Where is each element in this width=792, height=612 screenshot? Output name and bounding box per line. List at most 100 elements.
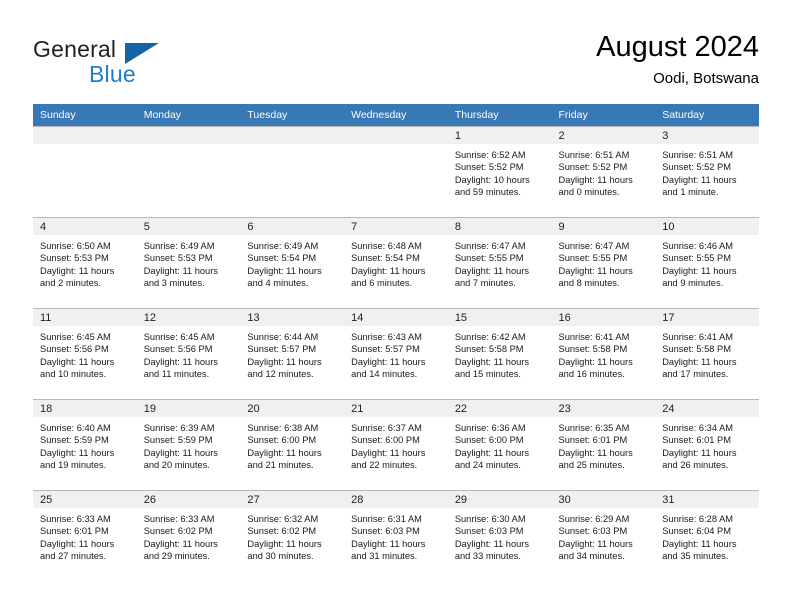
day-detail-daylight-1: Daylight: 11 hours bbox=[351, 538, 426, 549]
day-detail-daylight-2: and 31 minutes. bbox=[351, 551, 418, 562]
day-number: 9 bbox=[551, 218, 656, 235]
day-details: Sunrise: 6:34 AM Sunset: 6:01 PM Daylight:… bbox=[655, 417, 759, 472]
calendar-day-cell[interactable]: 24 Sunrise: 6:34 AM Sunset: 6:01 PM Dayligh… bbox=[655, 399, 759, 491]
weekday-header-thursday: Thursday bbox=[447, 104, 552, 127]
calendar-day-cell[interactable]: 29 Sunrise: 6:30 AM Sunset: 6:03 PM Dayligh… bbox=[447, 490, 552, 581]
day-detail-daylight-2: and 16 minutes. bbox=[558, 369, 625, 380]
day-detail-sunrise: Sunrise: 6:42 AM bbox=[454, 332, 526, 342]
calendar-day-cell[interactable]: 19 Sunrise: 6:39 AM Sunset: 5:59 PM Dayligh… bbox=[136, 399, 241, 491]
day-details: Sunrise: 6:46 AM Sunset: 5:55 PM Daylight:… bbox=[655, 235, 759, 290]
day-detail-daylight-2: and 0 minutes. bbox=[558, 187, 620, 198]
calendar-day-cell[interactable]: 25 Sunrise: 6:33 AM Sunset: 6:01 PM Dayligh… bbox=[33, 490, 137, 581]
calendar-day-cell[interactable]: 18 Sunrise: 6:40 AM Sunset: 5:59 PM Dayligh… bbox=[33, 399, 137, 491]
day-number: 6 bbox=[240, 218, 345, 235]
day-detail-daylight-2: and 11 minutes. bbox=[143, 369, 210, 380]
day-detail-sunrise: Sunrise: 6:33 AM bbox=[143, 514, 215, 524]
day-detail-daylight-1: Daylight: 11 hours bbox=[247, 538, 322, 549]
day-detail-sunset: Sunset: 6:01 PM bbox=[558, 435, 628, 446]
calendar-day-cell[interactable]: 15 Sunrise: 6:42 AM Sunset: 5:58 PM Dayligh… bbox=[447, 308, 552, 400]
calendar-day-cell[interactable]: 5 Sunrise: 6:49 AM Sunset: 5:53 PM Daylight… bbox=[136, 217, 241, 309]
calendar-day-cell[interactable]: 22 Sunrise: 6:36 AM Sunset: 6:00 PM Dayligh… bbox=[447, 399, 552, 491]
calendar-day-cell[interactable]: 13 Sunrise: 6:44 AM Sunset: 5:57 PM Dayligh… bbox=[240, 308, 345, 400]
day-detail-sunrise: Sunrise: 6:45 AM bbox=[143, 332, 215, 342]
day-detail-sunset: Sunset: 5:56 PM bbox=[143, 344, 213, 355]
calendar-day-cell[interactable]: 1 Sunrise: 6:52 AM Sunset: 5:52 PM Daylight… bbox=[447, 126, 552, 218]
day-number: 15 bbox=[447, 309, 552, 326]
calendar-week-row: 1 Sunrise: 6:52 AM Sunset: 5:52 PM Daylight… bbox=[33, 126, 759, 218]
day-detail-daylight-2: and 15 minutes. bbox=[454, 369, 521, 380]
day-detail-daylight-2: and 30 minutes. bbox=[247, 551, 314, 562]
calendar-day-cell[interactable]: 17 Sunrise: 6:41 AM Sunset: 5:58 PM Dayligh… bbox=[655, 308, 759, 400]
day-details: Sunrise: 6:52 AM Sunset: 5:52 PM Daylight:… bbox=[448, 144, 552, 199]
calendar-day-cell[interactable]: 16 Sunrise: 6:41 AM Sunset: 5:58 PM Dayligh… bbox=[551, 308, 656, 400]
day-detail-sunrise: Sunrise: 6:36 AM bbox=[454, 423, 526, 433]
calendar-day-cell[interactable]: 2 Sunrise: 6:51 AM Sunset: 5:52 PM Daylight… bbox=[551, 126, 656, 218]
day-detail-sunset: Sunset: 5:55 PM bbox=[454, 253, 524, 264]
day-number: 1 bbox=[447, 127, 552, 144]
day-number: 19 bbox=[136, 400, 241, 417]
day-detail-daylight-1: Daylight: 11 hours bbox=[558, 265, 633, 276]
day-detail-sunset: Sunset: 5:54 PM bbox=[351, 253, 420, 264]
calendar-week-row: 25 Sunrise: 6:33 AM Sunset: 6:01 PM Dayligh… bbox=[33, 490, 759, 581]
day-detail-sunrise: Sunrise: 6:35 AM bbox=[558, 423, 630, 433]
calendar-day-cell[interactable]: 20 Sunrise: 6:38 AM Sunset: 6:00 PM Dayligh… bbox=[240, 399, 345, 491]
day-number bbox=[344, 127, 448, 144]
day-detail-daylight-2: and 29 minutes. bbox=[143, 551, 210, 562]
calendar-day-cell[interactable]: 7 Sunrise: 6:48 AM Sunset: 5:54 PM Daylight… bbox=[344, 217, 448, 309]
day-detail-daylight-2: and 25 minutes. bbox=[558, 460, 625, 471]
day-detail-daylight-1: Daylight: 11 hours bbox=[351, 265, 426, 276]
day-detail-sunset: Sunset: 5:56 PM bbox=[40, 344, 109, 355]
calendar-day-cell[interactable]: 6 Sunrise: 6:49 AM Sunset: 5:54 PM Daylight… bbox=[240, 217, 345, 309]
calendar-day-cell[interactable]: 30 Sunrise: 6:29 AM Sunset: 6:03 PM Dayligh… bbox=[551, 490, 656, 581]
day-detail-daylight-2: and 10 minutes. bbox=[40, 369, 107, 380]
day-detail-daylight-2: and 19 minutes. bbox=[40, 460, 107, 471]
calendar-day-cell[interactable]: 11 Sunrise: 6:45 AM Sunset: 5:56 PM Dayligh… bbox=[33, 308, 137, 400]
day-detail-daylight-1: Daylight: 11 hours bbox=[558, 447, 633, 458]
day-detail-daylight-2: and 12 minutes. bbox=[247, 369, 314, 380]
day-detail-daylight-2: and 27 minutes. bbox=[40, 551, 107, 562]
calendar-day-cell[interactable]: 12 Sunrise: 6:45 AM Sunset: 5:56 PM Dayligh… bbox=[136, 308, 241, 400]
weekday-header-monday: Monday bbox=[136, 104, 241, 127]
day-detail-daylight-2: and 33 minutes. bbox=[454, 551, 521, 562]
calendar-day-cell[interactable]: 10 Sunrise: 6:46 AM Sunset: 5:55 PM Dayligh… bbox=[655, 217, 759, 309]
day-number: 27 bbox=[240, 491, 345, 508]
day-detail-sunset: Sunset: 6:00 PM bbox=[454, 435, 524, 446]
calendar-day-cell[interactable]: 4 Sunrise: 6:50 AM Sunset: 5:53 PM Daylight… bbox=[33, 217, 137, 309]
day-detail-sunset: Sunset: 6:01 PM bbox=[662, 435, 731, 446]
calendar-day-cell[interactable]: 23 Sunrise: 6:35 AM Sunset: 6:01 PM Dayligh… bbox=[551, 399, 656, 491]
logo-text-general: General bbox=[33, 36, 117, 62]
calendar-week-row: 18 Sunrise: 6:40 AM Sunset: 5:59 PM Dayligh… bbox=[33, 399, 759, 491]
day-details: Sunrise: 6:43 AM Sunset: 5:57 PM Daylight:… bbox=[344, 326, 448, 381]
day-details: Sunrise: 6:30 AM Sunset: 6:03 PM Daylight:… bbox=[448, 508, 552, 563]
day-detail-daylight-2: and 34 minutes. bbox=[558, 551, 625, 562]
calendar-day-cell[interactable]: 28 Sunrise: 6:31 AM Sunset: 6:03 PM Dayligh… bbox=[344, 490, 448, 581]
day-number: 11 bbox=[33, 309, 137, 326]
day-detail-sunrise: Sunrise: 6:39 AM bbox=[143, 423, 215, 433]
calendar-day-cell[interactable]: 21 Sunrise: 6:37 AM Sunset: 6:00 PM Dayligh… bbox=[344, 399, 448, 491]
day-detail-daylight-1: Daylight: 11 hours bbox=[40, 538, 115, 549]
day-details: Sunrise: 6:32 AM Sunset: 6:02 PM Daylight:… bbox=[240, 508, 344, 563]
calendar-day-cell[interactable]: 3 Sunrise: 6:51 AM Sunset: 5:52 PM Daylight… bbox=[655, 126, 759, 218]
day-number: 2 bbox=[551, 127, 656, 144]
calendar-day-cell-empty bbox=[344, 126, 448, 218]
day-detail-sunrise: Sunrise: 6:43 AM bbox=[351, 332, 422, 342]
day-detail-daylight-1: Daylight: 11 hours bbox=[40, 447, 115, 458]
day-detail-sunset: Sunset: 5:57 PM bbox=[351, 344, 420, 355]
day-detail-sunrise: Sunrise: 6:32 AM bbox=[247, 514, 319, 524]
calendar-day-cell[interactable]: 31 Sunrise: 6:28 AM Sunset: 6:04 PM Dayligh… bbox=[655, 490, 759, 581]
calendar-day-cell[interactable]: 14 Sunrise: 6:43 AM Sunset: 5:57 PM Dayligh… bbox=[344, 308, 448, 400]
day-detail-daylight-1: Daylight: 11 hours bbox=[558, 356, 633, 367]
day-number: 12 bbox=[136, 309, 241, 326]
day-number: 17 bbox=[655, 309, 759, 326]
calendar-day-cell[interactable]: 8 Sunrise: 6:47 AM Sunset: 5:55 PM Daylight… bbox=[447, 217, 552, 309]
day-detail-sunset: Sunset: 5:58 PM bbox=[558, 344, 628, 355]
day-detail-sunset: Sunset: 5:53 PM bbox=[143, 253, 213, 264]
general-blue-logo[interactable]: General Blue bbox=[33, 36, 223, 92]
calendar-day-cell[interactable]: 9 Sunrise: 6:47 AM Sunset: 5:55 PM Daylight… bbox=[551, 217, 656, 309]
day-details: Sunrise: 6:33 AM Sunset: 6:02 PM Daylight:… bbox=[137, 508, 241, 563]
calendar-day-cell[interactable]: 27 Sunrise: 6:32 AM Sunset: 6:02 PM Dayligh… bbox=[240, 490, 345, 581]
day-number: 7 bbox=[344, 218, 448, 235]
calendar-day-cell[interactable]: 26 Sunrise: 6:33 AM Sunset: 6:02 PM Dayligh… bbox=[136, 490, 241, 581]
day-detail-sunset: Sunset: 6:03 PM bbox=[558, 526, 628, 537]
page-title: August 2024 bbox=[596, 31, 759, 63]
